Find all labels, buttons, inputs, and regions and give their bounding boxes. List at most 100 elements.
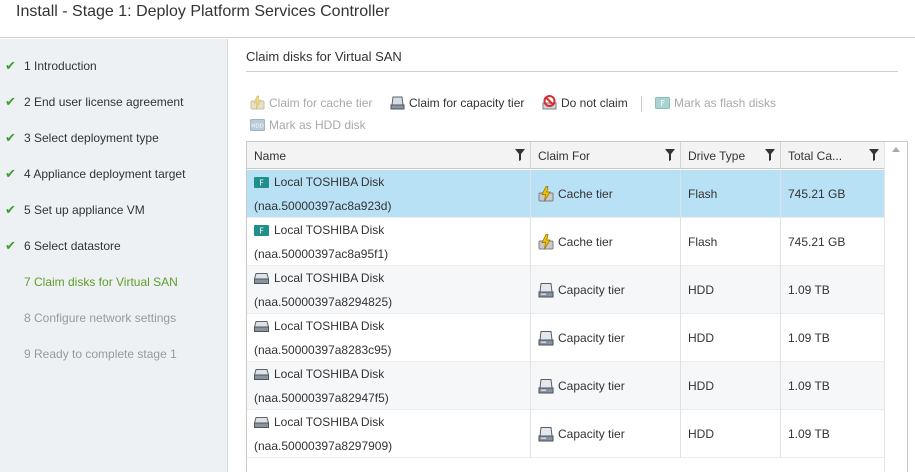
wizard-steps-sidebar: ✔ 1 Introduction ✔ 2 End user license ag… xyxy=(0,39,228,472)
drive-type-value: HDD xyxy=(688,331,714,345)
mark-as-hdd-label: Mark as HDD disk xyxy=(269,117,366,132)
cell-total-capacity: 1.09 TB xyxy=(781,266,884,314)
column-header-drive-type[interactable]: Drive Type xyxy=(681,142,781,169)
step-deployment-type[interactable]: ✔ 3 Select deployment type xyxy=(0,120,228,156)
svg-text:HDD: HDD xyxy=(251,123,264,129)
step-label: 4 Appliance deployment target xyxy=(24,167,186,181)
toolbar-separator xyxy=(641,96,642,112)
cell-drive-type: HDD xyxy=(681,314,781,362)
disk-id: (naa.50000397a8297909) xyxy=(254,439,393,453)
hdd-disk-icon xyxy=(254,320,269,332)
capacity-tier-disk-icon xyxy=(538,283,554,298)
cell-disk-name: Local TOSHIBA Disk (naa.50000397a82947f5) xyxy=(247,362,531,410)
title-divider xyxy=(246,71,898,72)
claim-capacity-tier-button[interactable]: Claim for capacity tier xyxy=(390,95,524,110)
disk-id: (naa.50000397ac8a95f1) xyxy=(254,247,389,261)
checkmark-icon: ✔ xyxy=(5,58,16,73)
table-row[interactable]: F Local TOSHIBA Disk (naa.50000397ac8a95f1… xyxy=(247,218,884,266)
capacity-tier-disk-icon xyxy=(538,427,554,442)
filter-funnel-icon[interactable] xyxy=(869,149,879,161)
capacity-value: 1.09 TB xyxy=(788,379,830,393)
step-ready-to-complete: 9 Ready to complete stage 1 xyxy=(0,336,228,372)
cell-drive-type: HDD xyxy=(681,266,781,314)
step-label: 9 Ready to complete stage 1 xyxy=(24,347,177,361)
claim-capacity-tier-label: Claim for capacity tier xyxy=(409,95,525,110)
step-label: 1 Introduction xyxy=(24,59,97,73)
disk-id: (naa.50000397a8283c95) xyxy=(254,343,392,357)
cell-claim-for[interactable]: Capacity tier xyxy=(531,410,681,458)
cell-disk-name: Local TOSHIBA Disk (naa.50000397a8297909) xyxy=(247,410,531,458)
capacity-tier-disk-icon xyxy=(390,95,405,110)
table-row[interactable]: Local TOSHIBA Disk (naa.50000397a8283c95)… xyxy=(247,314,884,362)
checkmark-icon: ✔ xyxy=(5,202,16,217)
filter-funnel-icon[interactable] xyxy=(515,149,525,161)
disk-id: (naa.50000397ac8a923d) xyxy=(254,199,392,213)
step-eula[interactable]: ✔ 2 End user license agreement xyxy=(0,84,228,120)
table-row[interactable]: Local TOSHIBA Disk (naa.50000397a8294825)… xyxy=(247,266,884,314)
capacity-value: 1.09 TB xyxy=(788,331,830,345)
cell-claim-for[interactable]: Capacity tier xyxy=(531,362,681,410)
vertical-scrollbar[interactable] xyxy=(884,142,907,472)
do-not-claim-button[interactable]: Do not claim xyxy=(542,95,628,110)
claim-cache-tier-button[interactable]: Claim for cache tier xyxy=(250,95,372,110)
cell-claim-for[interactable]: Capacity tier xyxy=(531,266,681,314)
step-label: 8 Configure network settings xyxy=(24,311,177,325)
capacity-value: 745.21 GB xyxy=(788,187,846,201)
claim-for-value: Capacity tier xyxy=(558,379,625,393)
disks-table: Name Claim For Drive Type Total Ca... F L… xyxy=(246,141,908,472)
flash-disk-icon: F xyxy=(254,176,269,188)
step-deployment-target[interactable]: ✔ 4 Appliance deployment target xyxy=(0,156,228,192)
column-header-total-capacity[interactable]: Total Ca... xyxy=(781,142,884,169)
cell-drive-type: HDD xyxy=(681,362,781,410)
disk-name: Local TOSHIBA Disk xyxy=(274,271,385,285)
step-label: 6 Select datastore xyxy=(24,239,121,253)
hdd-disk-icon xyxy=(254,368,269,380)
claim-for-value: Capacity tier xyxy=(558,331,625,345)
cell-disk-name: F Local TOSHIBA Disk (naa.50000397ac8a95f1… xyxy=(247,218,531,266)
cache-tier-lightning-icon xyxy=(250,95,265,110)
capacity-value: 745.21 GB xyxy=(788,235,846,249)
step-appliance-vm[interactable]: ✔ 5 Set up appliance VM xyxy=(0,192,228,228)
capacity-value: 1.09 TB xyxy=(788,283,830,297)
column-header-claim-for[interactable]: Claim For xyxy=(531,142,681,169)
capacity-tier-disk-icon xyxy=(538,331,554,346)
hdd-disk-icon: HDD xyxy=(250,117,265,132)
mark-as-hdd-button[interactable]: HDD Mark as HDD disk xyxy=(250,117,366,132)
step-label: 3 Select deployment type xyxy=(24,131,159,145)
cell-claim-for[interactable]: Capacity tier xyxy=(531,314,681,362)
table-row[interactable]: Local TOSHIBA Disk (naa.50000397a8297909)… xyxy=(247,410,884,458)
checkmark-icon: ✔ xyxy=(5,94,16,109)
drive-type-value: Flash xyxy=(688,235,718,249)
disk-id: (naa.50000397a8294825) xyxy=(254,295,393,309)
cell-disk-name: Local TOSHIBA Disk (naa.50000397a8294825) xyxy=(247,266,531,314)
main-panel: Claim disks for Virtual SAN Claim for ca… xyxy=(229,39,915,472)
claim-for-value: Cache tier xyxy=(558,187,613,201)
disk-name: Local TOSHIBA Disk xyxy=(274,319,385,333)
step-claim-disks[interactable]: 7 Claim disks for Virtual SAN xyxy=(0,264,228,300)
cell-total-capacity: 1.09 TB xyxy=(781,362,884,410)
filter-funnel-icon[interactable] xyxy=(665,149,675,161)
table-row[interactable]: F Local TOSHIBA Disk (naa.50000397ac8a923d… xyxy=(247,170,884,218)
table-row[interactable]: Local TOSHIBA Disk (naa.50000397a82947f5)… xyxy=(247,362,884,410)
cell-total-capacity: 1.09 TB xyxy=(781,314,884,362)
step-select-datastore[interactable]: ✔ 6 Select datastore xyxy=(0,228,228,264)
disk-name: Local TOSHIBA Disk xyxy=(274,223,385,237)
svg-text:F: F xyxy=(660,99,665,108)
step-label: 2 End user license agreement xyxy=(24,95,184,109)
claim-for-value: Cache tier xyxy=(558,235,613,249)
step-label: 7 Claim disks for Virtual SAN xyxy=(24,275,178,289)
flash-disk-icon: F xyxy=(655,95,670,110)
cell-claim-for[interactable]: Cache tier xyxy=(531,218,681,266)
mark-as-flash-button[interactable]: F Mark as flash disks xyxy=(655,95,776,110)
claim-for-value: Capacity tier xyxy=(558,283,625,297)
filter-funnel-icon[interactable] xyxy=(765,149,775,161)
capacity-value: 1.09 TB xyxy=(788,427,830,441)
svg-text:F: F xyxy=(259,178,264,187)
cell-total-capacity: 745.21 GB xyxy=(781,218,884,266)
column-header-name[interactable]: Name xyxy=(247,142,531,169)
scroll-up-arrow-icon[interactable] xyxy=(892,147,900,152)
window-title: Install - Stage 1: Deploy Platform Servi… xyxy=(16,3,390,20)
step-introduction[interactable]: ✔ 1 Introduction xyxy=(0,48,228,84)
drive-type-value: HDD xyxy=(688,379,714,393)
cell-claim-for[interactable]: Cache tier xyxy=(531,170,681,218)
